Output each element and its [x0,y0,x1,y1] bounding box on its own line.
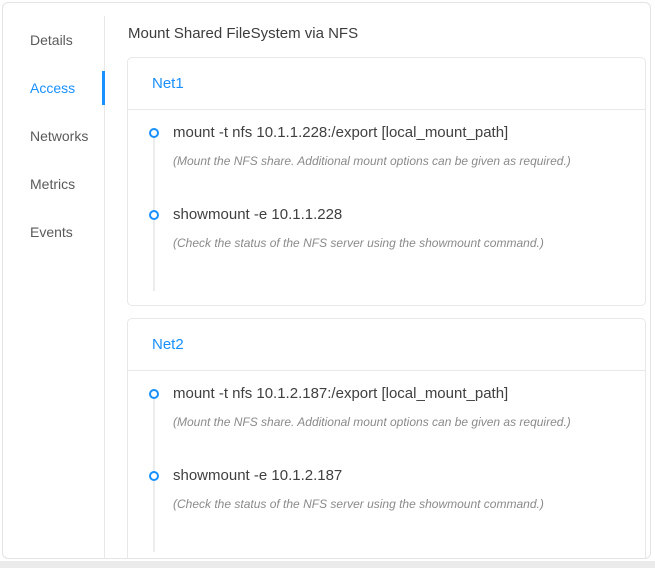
sidebar-item-label: Access [30,80,75,96]
sidebar-item-details[interactable]: Details [3,16,104,64]
sidebar-nav-list: Details Access Networks Metrics Events [3,16,105,558]
timeline-dot-icon [149,389,159,399]
sidebar-item-label: Details [30,32,73,48]
sidebar-item-events[interactable]: Events [3,208,104,256]
sidebar-item-label: Networks [30,128,88,144]
sidebar-item-label: Metrics [30,176,75,192]
command-description: (Check the status of the NFS server usin… [173,496,621,512]
network-card-net2: Net2 mount -t nfs 10.1.2.187:/export [lo… [127,318,646,558]
mount-command: mount -t nfs 10.1.2.187:/export [local_m… [173,384,621,404]
page-background [0,561,655,568]
timeline-step: showmount -e 10.1.2.187 (Check the statu… [173,466,621,512]
network-card-net1: Net1 mount -t nfs 10.1.1.228:/export [lo… [127,57,646,306]
sidebar-item-access[interactable]: Access [3,64,104,112]
sidebar-item-label: Events [30,224,73,240]
card-body: mount -t nfs 10.1.1.228:/export [local_m… [128,110,645,305]
timeline-step: showmount -e 10.1.1.228 (Check the statu… [173,205,621,251]
page-title: Mount Shared FileSystem via NFS [128,25,646,43]
showmount-command: showmount -e 10.1.2.187 [173,466,621,486]
sidebar-item-networks[interactable]: Networks [3,112,104,160]
timeline-step: mount -t nfs 10.1.1.228:/export [local_m… [173,123,621,169]
showmount-command: showmount -e 10.1.1.228 [173,205,621,225]
command-description: (Mount the NFS share. Additional mount o… [173,414,621,430]
page-container: Details Access Networks Metrics Events M… [2,2,651,559]
timeline-dot-icon [149,128,159,138]
sidebar-nav: Details Access Networks Metrics Events [3,3,105,558]
sidebar-item-metrics[interactable]: Metrics [3,160,104,208]
main-content: Mount Shared FileSystem via NFS Net1 mou… [105,3,650,558]
timeline-dot-icon [149,210,159,220]
card-title: Net2 [128,319,645,371]
command-description: (Check the status of the NFS server usin… [173,235,621,251]
command-description: (Mount the NFS share. Additional mount o… [173,153,621,169]
card-title: Net1 [128,58,645,110]
timeline-dot-icon [149,471,159,481]
timeline-step: mount -t nfs 10.1.2.187:/export [local_m… [173,384,621,430]
card-body: mount -t nfs 10.1.2.187:/export [local_m… [128,371,645,558]
mount-command: mount -t nfs 10.1.1.228:/export [local_m… [173,123,621,143]
